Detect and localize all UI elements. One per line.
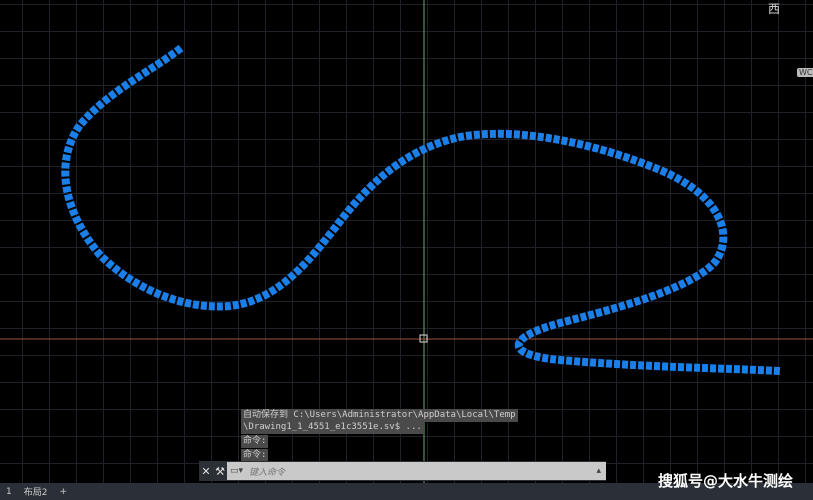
history-line: \Drawing1_1_4551_e1c3551e.sv$ ... (241, 421, 424, 434)
wrench-icon[interactable]: ⚒ (213, 465, 227, 478)
tab-layout1[interactable]: 1 (0, 487, 18, 497)
viewcube-west-label: 西 (768, 2, 781, 16)
terminal-icon[interactable]: ▭▾ (230, 466, 243, 476)
command-placeholder: 键入命令 (249, 467, 286, 478)
chevron-up-icon[interactable]: ▴ (596, 466, 601, 476)
viewcube[interactable]: 西 (768, 0, 780, 17)
command-input[interactable]: ▭▾ 键入命令 ▴ (227, 462, 606, 480)
watermark: 搜狐号@大水牛测绘 (657, 472, 793, 490)
close-icon[interactable]: ✕ (199, 465, 213, 478)
tab-layout2[interactable]: 布局2 (18, 485, 54, 498)
add-tab-button[interactable]: + (53, 487, 73, 497)
wcs-button[interactable]: WC (797, 68, 813, 77)
command-line: ✕ ⚒ ▭▾ 键入命令 ▴ (199, 461, 606, 481)
history-line: 命令: (241, 435, 269, 448)
spline-curve[interactable] (61, 44, 781, 375)
